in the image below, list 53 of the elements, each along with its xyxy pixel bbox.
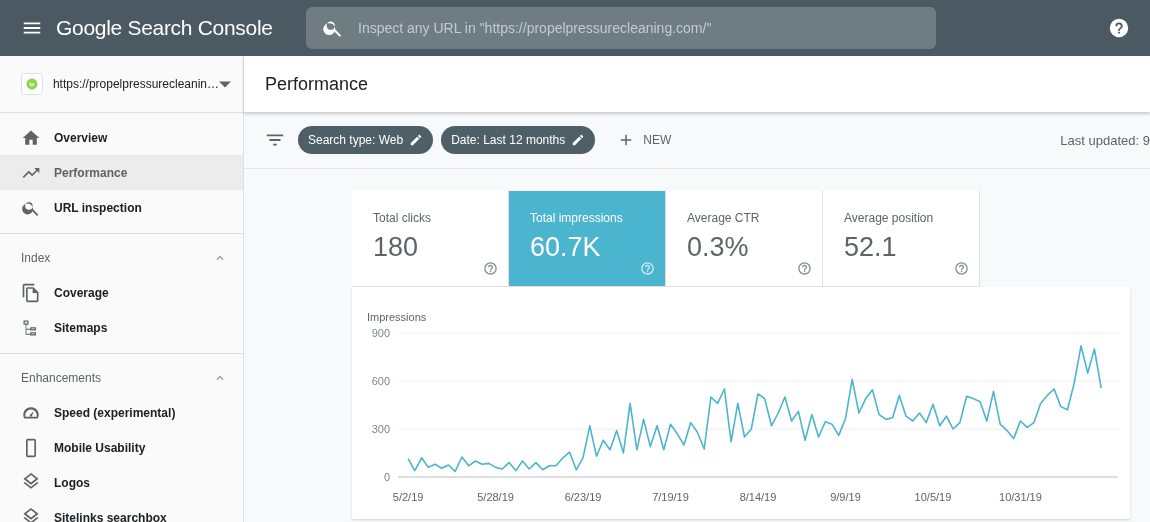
x-tick-label: 7/19/19 bbox=[652, 491, 689, 503]
property-selector[interactable]: https://propelpressurecleanin… bbox=[52, 77, 219, 91]
metric-value: 60.7K bbox=[530, 232, 602, 263]
nav-item[interactable]: Mobile Usability bbox=[0, 430, 243, 465]
help-icon[interactable] bbox=[797, 261, 812, 276]
search-bar[interactable]: Inspect any URL in "https://propelpressurecleaning.com/" bbox=[306, 7, 936, 49]
x-tick-label: 10/5/19 bbox=[914, 491, 952, 503]
metric-card[interactable]: Average CTR 0.3% bbox=[666, 191, 823, 287]
nav-item[interactable]: Performance bbox=[0, 155, 243, 190]
y-tick-label: 600 bbox=[371, 375, 390, 387]
x-tick-label: 5/2/19 bbox=[392, 491, 424, 503]
metric-card[interactable]: Total clicks 180 bbox=[352, 191, 509, 287]
series-label: Impressions bbox=[367, 311, 427, 323]
metric-label: Average position bbox=[844, 211, 935, 225]
filter-chip[interactable]: Search type: Web bbox=[298, 126, 434, 154]
help-icon[interactable] bbox=[1108, 17, 1130, 39]
search-field[interactable]: Inspect any URL in "https://propelpressurecleaning.com/" bbox=[356, 19, 936, 37]
last-updated-text: Last updated: 9 bbox=[1060, 132, 1150, 148]
nav-item[interactable]: Sitelinks searchbox bbox=[0, 500, 243, 522]
help-icon[interactable] bbox=[954, 261, 969, 276]
nav-item[interactable]: Speed (experimental) bbox=[0, 395, 243, 430]
y-tick-label: 300 bbox=[371, 423, 390, 435]
metric-value: 180 bbox=[373, 232, 420, 263]
pencil-icon bbox=[409, 133, 424, 147]
x-tick-label: 5/28/19 bbox=[477, 491, 514, 503]
y-tick-label: 0 bbox=[383, 471, 390, 483]
nav-item[interactable]: Overview bbox=[0, 120, 243, 155]
page-title: Performance bbox=[265, 73, 369, 95]
site-favicon bbox=[21, 73, 43, 95]
metric-label: Average CTR bbox=[687, 211, 761, 225]
filter-chip[interactable]: Date: Last 12 months bbox=[441, 126, 596, 154]
section-heading: Index bbox=[21, 250, 51, 265]
metric-card[interactable]: Average position 52.1 bbox=[823, 191, 980, 287]
documents-icon bbox=[21, 282, 41, 303]
nav-item[interactable]: URL inspection bbox=[0, 190, 243, 225]
y-tick-label: 900 bbox=[371, 327, 390, 339]
x-tick-label: 10/31/19 bbox=[999, 491, 1042, 503]
metric-value: 0.3% bbox=[687, 232, 750, 263]
metric-label: Total clicks bbox=[373, 211, 432, 225]
section-heading: Enhancements bbox=[21, 370, 102, 385]
x-tick-label: 6/23/19 bbox=[564, 491, 602, 503]
pencil-icon bbox=[571, 133, 586, 147]
nav-item[interactable]: Logos bbox=[0, 465, 243, 500]
nav-item[interactable]: Sitemaps bbox=[0, 310, 243, 345]
help-icon[interactable] bbox=[483, 261, 498, 276]
nav-item[interactable]: Coverage bbox=[0, 275, 243, 310]
app-title: Google Search Console bbox=[56, 16, 274, 40]
x-tick-label: 8/14/19 bbox=[739, 491, 777, 503]
layers-icon bbox=[21, 507, 41, 522]
new-filter-button[interactable]: NEW bbox=[611, 130, 678, 150]
x-tick-label: 9/9/19 bbox=[830, 491, 861, 503]
metric-value: 52.1 bbox=[844, 232, 898, 263]
metric-label: Total impressions bbox=[530, 211, 624, 225]
